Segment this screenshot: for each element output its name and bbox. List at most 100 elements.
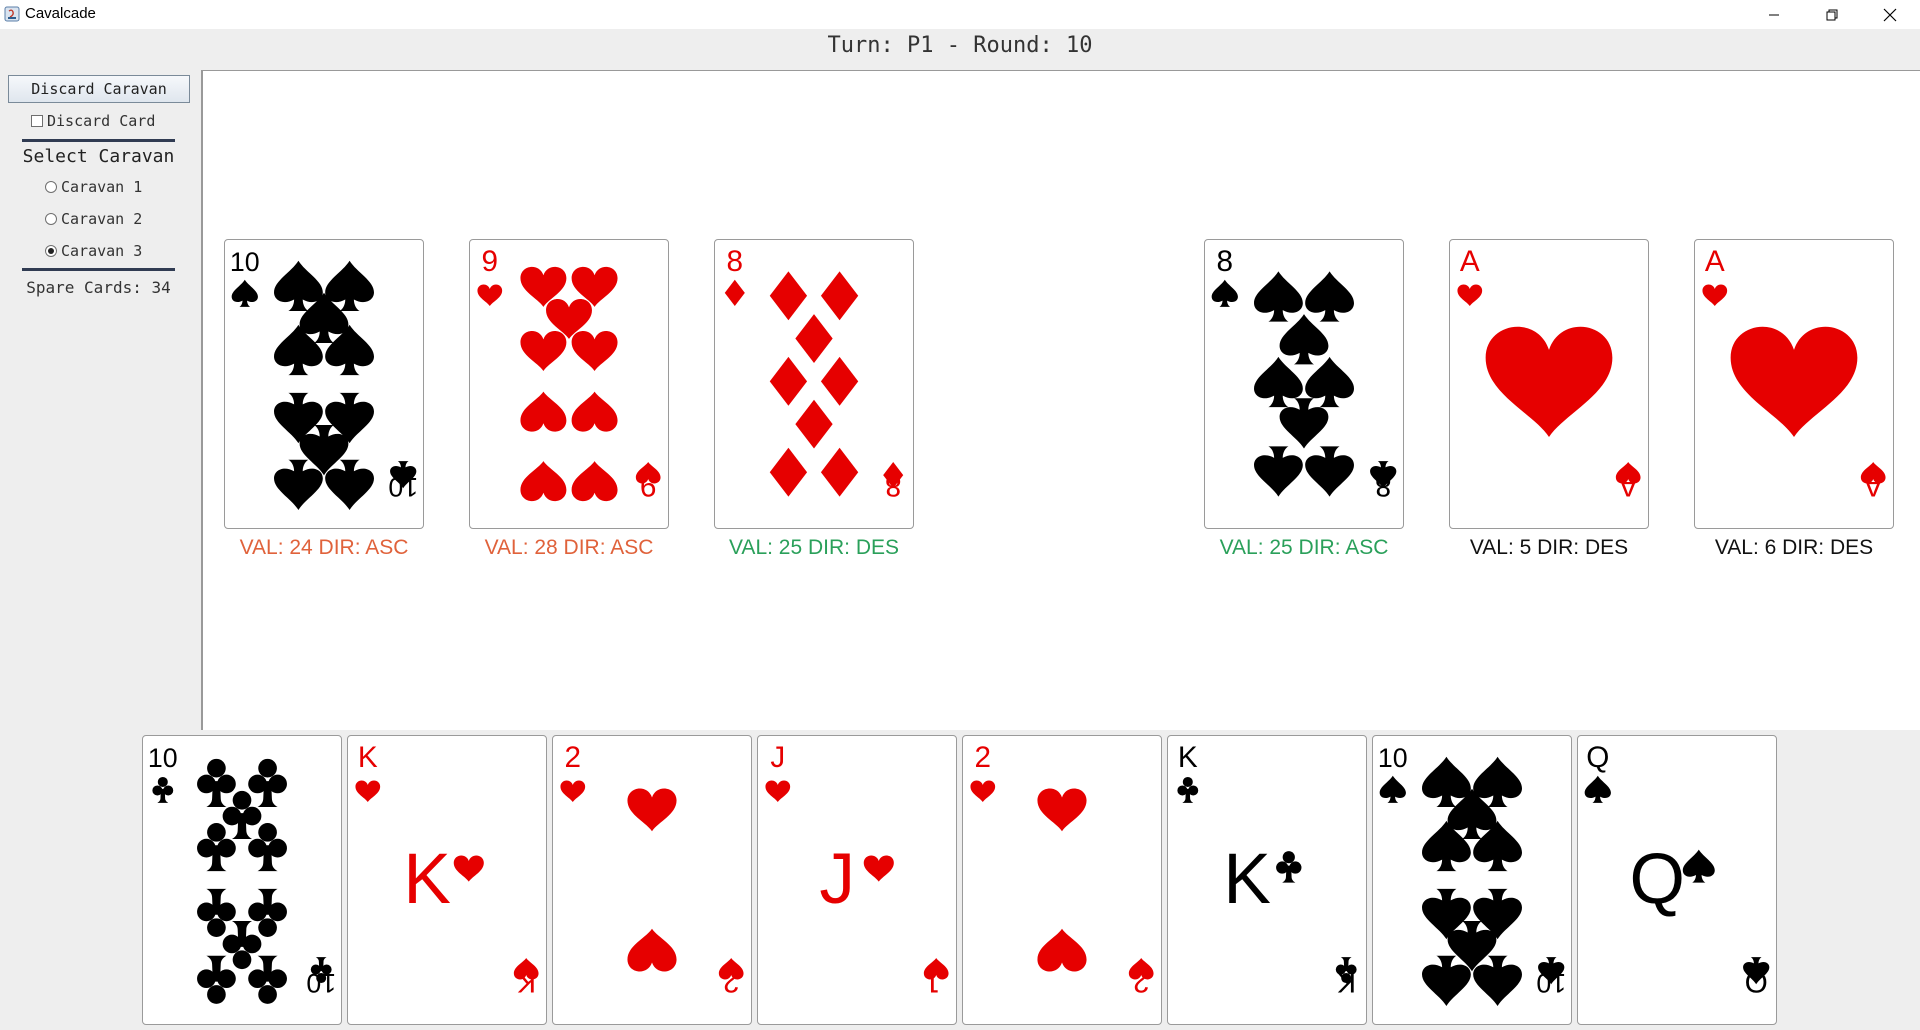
card-rank-label: 2 bbox=[565, 741, 582, 774]
card-face: 88 bbox=[724, 245, 904, 502]
corner-suit-icon bbox=[1702, 284, 1728, 307]
minimize-button[interactable] bbox=[1745, 0, 1803, 29]
heart-pip bbox=[520, 331, 567, 371]
diamond-pip bbox=[795, 399, 833, 449]
ace-heart-icon bbox=[1730, 326, 1858, 437]
heart-pip bbox=[1037, 788, 1087, 832]
diamond-pip bbox=[769, 447, 808, 497]
face-suit-icon bbox=[863, 855, 894, 882]
caravan-value-label: VAL: 25 DIR: ASC bbox=[1219, 536, 1389, 559]
face-letter: K bbox=[403, 839, 451, 919]
discard-card-checkbox[interactable]: Discard Card bbox=[31, 112, 155, 130]
restore-icon bbox=[1826, 9, 1838, 20]
card-rank-label: 10 bbox=[1378, 743, 1408, 773]
heart-pip bbox=[1037, 928, 1087, 972]
caravan-value-label: VAL: 24 DIR: ASC bbox=[239, 536, 409, 559]
diamond-pip bbox=[820, 271, 859, 321]
spade-pip bbox=[1473, 955, 1522, 1006]
corner-suit-icon bbox=[231, 279, 258, 307]
card-rank-label: 8 bbox=[1217, 245, 1234, 278]
club-pip bbox=[197, 823, 236, 872]
spade-pip bbox=[1254, 356, 1303, 408]
checkbox-box[interactable] bbox=[31, 115, 43, 127]
card-rank-label: 10 bbox=[230, 247, 260, 277]
card-face: 1010 bbox=[230, 247, 418, 510]
club-pip bbox=[222, 920, 262, 970]
diamond-pip bbox=[795, 314, 833, 363]
maximize-button[interactable] bbox=[1803, 0, 1861, 29]
face-letter: Q bbox=[1629, 839, 1684, 919]
caravan-1-radio[interactable]: Caravan 1 bbox=[45, 178, 142, 196]
title-bar: Cavalcade bbox=[0, 0, 1920, 29]
card-face: 1010 bbox=[1378, 743, 1566, 1006]
caravan-card[interactable]: 88 bbox=[1204, 239, 1404, 529]
card-rank-label: 9 bbox=[482, 245, 499, 278]
radio-button-selected[interactable] bbox=[45, 245, 57, 257]
spade-pip bbox=[1305, 446, 1354, 497]
card-rank-label: 10 bbox=[148, 743, 178, 773]
discard-card-label: Discard Card bbox=[47, 112, 156, 130]
club-pip bbox=[197, 758, 236, 807]
caravan-card[interactable]: AA bbox=[1694, 239, 1894, 529]
card-face: 22 bbox=[560, 741, 744, 998]
discard-caravan-button[interactable]: Discard Caravan bbox=[8, 75, 190, 103]
minimize-icon bbox=[1769, 14, 1779, 15]
corner-suit-icon bbox=[560, 780, 586, 803]
caravan-card[interactable]: 88 bbox=[714, 239, 914, 529]
spade-pip bbox=[1305, 356, 1354, 408]
heart-pip bbox=[627, 928, 677, 972]
hand-card[interactable]: 22 bbox=[962, 735, 1162, 1025]
club-pip bbox=[248, 888, 287, 937]
hand-card[interactable]: 22 bbox=[552, 735, 752, 1025]
ace-heart-icon bbox=[1485, 326, 1613, 437]
hand-card[interactable]: 10 10 bbox=[142, 735, 342, 1025]
corner-suit-icon bbox=[1177, 776, 1199, 803]
hand-card[interactable]: 1010 bbox=[1372, 735, 1572, 1025]
card-rank-label: 10 bbox=[306, 968, 336, 998]
card-rank-label: Q bbox=[1586, 741, 1609, 774]
caravan-card[interactable]: AA bbox=[1449, 239, 1649, 529]
face-suit-icon bbox=[453, 855, 484, 882]
card-face: 22 bbox=[970, 741, 1154, 998]
heart-pip bbox=[520, 391, 567, 432]
corner-suit-icon bbox=[970, 780, 996, 803]
card-rank-label: 2 bbox=[975, 741, 992, 774]
radio-button[interactable] bbox=[45, 213, 57, 225]
hand-card[interactable]: JJJ bbox=[757, 735, 957, 1025]
card-face: KKK bbox=[355, 741, 539, 998]
corner-suit-icon bbox=[477, 284, 503, 307]
diamond-pip bbox=[820, 356, 859, 406]
corner-suit-icon bbox=[152, 776, 174, 803]
corner-suit-icon bbox=[1584, 775, 1611, 803]
caravan-value-label: VAL: 25 DIR: DES bbox=[728, 536, 899, 559]
caravan-2-radio[interactable]: Caravan 2 bbox=[45, 210, 142, 228]
spade-pip bbox=[1305, 271, 1354, 322]
club-pip bbox=[248, 823, 287, 872]
card-face: 99 bbox=[477, 245, 661, 502]
club-pip bbox=[222, 790, 262, 840]
card-face: KKK bbox=[1177, 741, 1357, 998]
close-button[interactable] bbox=[1861, 0, 1919, 29]
radio-label: Caravan 3 bbox=[61, 242, 143, 260]
radio-label: Caravan 2 bbox=[61, 210, 143, 228]
hand-card[interactable]: QQQ bbox=[1577, 735, 1777, 1025]
close-icon bbox=[1883, 8, 1897, 21]
caravan-value-label: VAL: 5 DIR: DES bbox=[1469, 536, 1629, 559]
radio-button[interactable] bbox=[45, 181, 57, 193]
caravan-card[interactable]: 1010 bbox=[224, 239, 424, 529]
card-face: 10 10 bbox=[148, 743, 336, 1004]
hand-card[interactable]: KKK bbox=[1167, 735, 1367, 1025]
club-pip bbox=[248, 758, 287, 807]
caravan-3-radio[interactable]: Caravan 3 bbox=[45, 242, 142, 260]
caravan-card[interactable]: 99 bbox=[469, 239, 669, 529]
club-pip bbox=[197, 888, 236, 937]
spade-pip bbox=[325, 459, 374, 510]
corner-suit-icon bbox=[1457, 284, 1483, 307]
card-face: 88 bbox=[1211, 245, 1397, 502]
hand-card[interactable]: KKK bbox=[347, 735, 547, 1025]
spade-pip bbox=[1254, 446, 1303, 497]
card-face: AA bbox=[1702, 245, 1886, 502]
spade-pip bbox=[1254, 271, 1303, 322]
card-rank-label: K bbox=[358, 741, 378, 774]
face-suit-icon bbox=[1276, 851, 1302, 883]
